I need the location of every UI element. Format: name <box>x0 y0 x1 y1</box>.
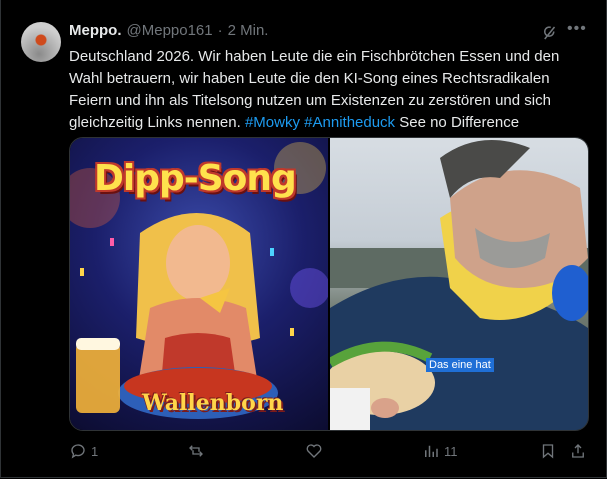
views-button[interactable]: 11 <box>422 442 458 460</box>
avatar[interactable] <box>21 22 61 62</box>
like-button[interactable] <box>305 442 327 460</box>
grok-icon[interactable] <box>541 24 559 42</box>
subtitle-caption: Das eine hat <box>426 358 494 372</box>
retweet-button[interactable] <box>187 442 209 460</box>
brand-logo: Wallenborn <box>142 390 284 416</box>
action-bar: 1 11 <box>69 442 589 462</box>
tweet-header: Meppo. @Meppo161 · 2 Min. <box>69 22 268 39</box>
tweet-card[interactable]: Meppo. @Meppo161 · 2 Min. ••• Deutschlan… <box>0 0 607 478</box>
media-image-left[interactable]: Dipp-Song Wallenborn <box>70 138 328 430</box>
media-grid: Dipp-Song Wallenborn Das eine hat <box>69 137 589 431</box>
heart-icon <box>306 444 322 458</box>
reply-button[interactable]: 1 <box>69 442 98 460</box>
timestamp[interactable]: 2 Min. <box>228 22 269 39</box>
tweet-text: Deutschland 2026. Wir haben Leute die ei… <box>69 46 589 134</box>
bookmark-button[interactable] <box>539 442 557 460</box>
interview-photo <box>330 140 588 430</box>
tweet-tail: See no Difference <box>399 114 520 131</box>
share-icon <box>572 444 584 458</box>
separator: · <box>217 22 223 39</box>
reply-icon <box>71 444 85 459</box>
display-name[interactable]: Meppo. <box>69 22 122 39</box>
analytics-icon <box>425 445 438 457</box>
share-button[interactable] <box>569 442 587 460</box>
user-handle[interactable]: @Meppo161 <box>127 22 213 39</box>
dipp-song-title: Dipp-Song <box>94 158 297 199</box>
retweet-icon <box>189 445 203 457</box>
more-icon[interactable]: ••• <box>567 20 587 38</box>
media-image-right[interactable]: Das eine hat <box>330 138 588 430</box>
views-count: 11 <box>444 443 458 459</box>
bookmark-icon <box>542 444 554 459</box>
reply-count: 1 <box>91 443 99 459</box>
hashtag-annitheduck[interactable]: #Annitheduck <box>304 114 395 131</box>
hashtag-mowky[interactable]: #Mowky <box>245 114 300 131</box>
